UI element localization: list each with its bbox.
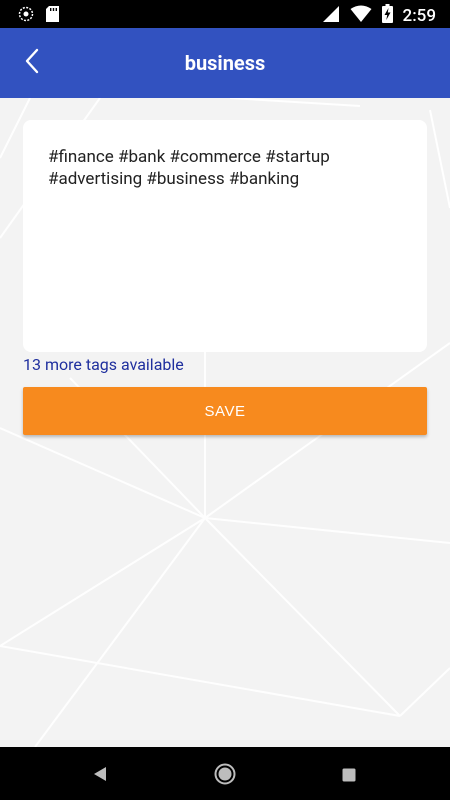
status-right-icons: 2:59 (322, 4, 436, 27)
content-area: #finance #bank #commerce #startup #adver… (0, 98, 450, 747)
signal-icon (322, 5, 340, 27)
back-button[interactable] (14, 47, 50, 79)
tags-card[interactable]: #finance #bank #commerce #startup #adver… (23, 120, 427, 352)
tags-text[interactable]: #finance #bank #commerce #startup #adver… (48, 146, 408, 190)
sd-card-icon (46, 6, 59, 26)
status-time: 2:59 (402, 5, 436, 26)
more-tags-link[interactable]: 13 more tags available (23, 355, 184, 374)
home-circle-icon[interactable] (214, 763, 236, 789)
chevron-left-icon (24, 48, 40, 78)
status-left-icons (18, 6, 59, 26)
back-triangle-icon[interactable] (93, 766, 107, 786)
system-nav-bar (0, 747, 450, 800)
battery-charging-icon (381, 4, 393, 27)
recents-square-icon[interactable] (342, 767, 356, 786)
page-title: business (184, 51, 266, 75)
app-bar: business (0, 28, 450, 98)
settings-sync-icon (18, 6, 34, 26)
wifi-icon (350, 5, 372, 27)
status-bar: 2:59 (0, 0, 450, 28)
save-button[interactable]: SAVE (23, 387, 427, 435)
